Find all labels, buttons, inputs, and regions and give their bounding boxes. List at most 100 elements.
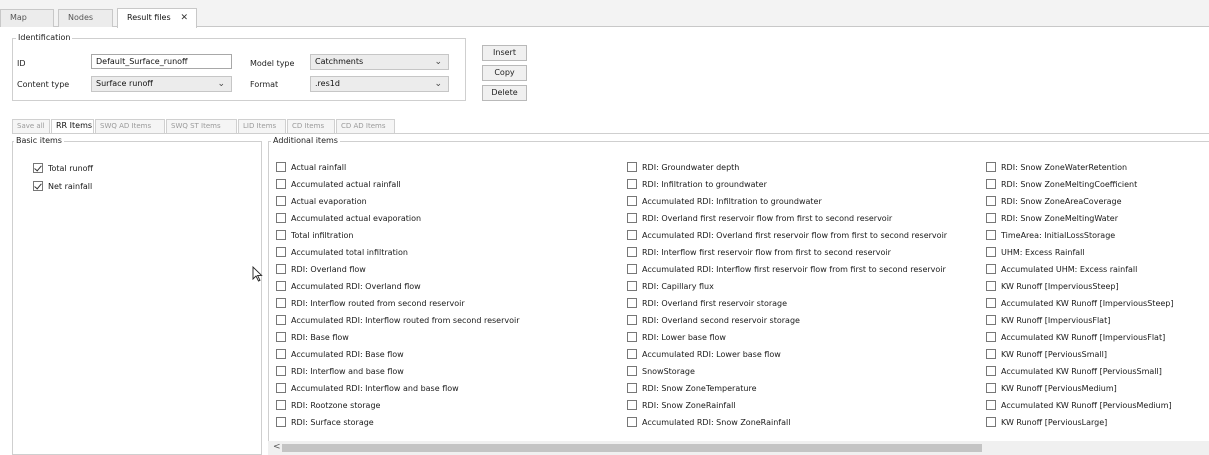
checkbox-icon[interactable] — [986, 417, 996, 427]
checkbox-icon[interactable] — [627, 281, 637, 291]
tab-map[interactable]: Map — [0, 9, 54, 27]
checkbox-icon[interactable] — [986, 349, 996, 359]
checkbox-icon[interactable] — [627, 162, 637, 172]
checkbox-icon[interactable] — [986, 298, 996, 308]
checkbox-icon[interactable] — [627, 179, 637, 189]
model-type-select[interactable]: Catchments ⌄ — [310, 54, 449, 70]
tab-rr-items[interactable]: RR Items — [51, 119, 94, 133]
checkbox-icon[interactable] — [276, 162, 286, 172]
copy-button[interactable]: Copy — [482, 65, 527, 81]
checkbox-icon[interactable] — [276, 264, 286, 274]
item-label: KW Runoff [ImperviousFlat] — [1001, 316, 1111, 325]
checkbox-icon[interactable] — [986, 383, 996, 393]
checkbox-icon[interactable] — [627, 383, 637, 393]
checkbox-icon[interactable] — [276, 230, 286, 240]
checkbox-icon[interactable] — [627, 417, 637, 427]
checkbox-icon[interactable] — [986, 230, 996, 240]
item-label: Accumulated KW Runoff [ImperviousSteep] — [1001, 299, 1174, 308]
tab-result-files[interactable]: Result files ✕ — [117, 8, 197, 28]
id-label: ID — [17, 59, 26, 68]
item-label: Accumulated RDI: Interflow and base flow — [291, 384, 459, 393]
item-label: RDI: Rootzone storage — [291, 401, 381, 410]
mouse-pointer-icon — [252, 266, 263, 282]
item-label: Accumulated RDI: Interflow routed from s… — [291, 316, 520, 325]
checkbox-icon[interactable] — [986, 366, 996, 376]
delete-button[interactable]: Delete — [482, 85, 527, 101]
checkbox-icon[interactable] — [276, 179, 286, 189]
checkbox-icon[interactable] — [986, 264, 996, 274]
scroll-left-icon[interactable]: < — [273, 442, 281, 452]
model-type-value: Catchments — [315, 57, 364, 66]
horizontal-scrollbar[interactable]: < — [268, 441, 1209, 455]
checkbox-icon[interactable] — [627, 315, 637, 325]
checkbox-icon[interactable] — [276, 281, 286, 291]
item-label: UHM: Excess Rainfall — [1001, 248, 1085, 257]
item-label: Accumulated KW Runoff [PerviousSmall] — [1001, 367, 1162, 376]
content-type-select[interactable]: Surface runoff ⌄ — [91, 76, 232, 92]
checkbox-icon[interactable] — [986, 315, 996, 325]
item-label: Accumulated RDI: Overland flow — [291, 282, 421, 291]
checkbox-icon[interactable] — [986, 196, 996, 206]
checkbox-icon[interactable] — [627, 349, 637, 359]
checkbox-icon[interactable] — [627, 247, 637, 257]
item-label: RDI: Interflow and base flow — [291, 367, 404, 376]
checkbox-icon[interactable] — [276, 366, 286, 376]
checkbox-icon[interactable] — [276, 213, 286, 223]
item-label: RDI: Infiltration to groundwater — [642, 180, 767, 189]
checkbox-checked-icon[interactable] — [33, 163, 43, 173]
item-label: RDI: Snow ZoneTemperature — [642, 384, 757, 393]
checkbox-icon[interactable] — [986, 332, 996, 342]
item-label: SnowStorage — [642, 367, 695, 376]
checkbox-icon[interactable] — [276, 247, 286, 257]
checkbox-checked-icon[interactable] — [33, 181, 43, 191]
item-label: RDI: Capillary flux — [642, 282, 714, 291]
checkbox-icon[interactable] — [276, 332, 286, 342]
checkbox-icon[interactable] — [276, 196, 286, 206]
tab-cd-ad-items[interactable]: CD AD Items — [336, 119, 395, 133]
checkbox-icon[interactable] — [986, 213, 996, 223]
tab-lid-items[interactable]: LID Items — [238, 119, 286, 133]
tab-divider — [12, 133, 1209, 134]
checkbox-icon[interactable] — [276, 349, 286, 359]
checkbox-icon[interactable] — [276, 417, 286, 427]
tab-cd-items[interactable]: CD Items — [287, 119, 335, 133]
checkbox-icon[interactable] — [986, 162, 996, 172]
checkbox-icon[interactable] — [627, 366, 637, 376]
checkbox-icon[interactable] — [627, 298, 637, 308]
item-label: RDI: Interflow first reservoir flow from… — [642, 248, 891, 257]
scrollbar-thumb[interactable] — [282, 444, 982, 452]
format-value: .res1d — [315, 79, 340, 88]
close-icon[interactable]: ✕ — [180, 9, 188, 27]
checkbox-icon[interactable] — [627, 230, 637, 240]
checkbox-icon[interactable] — [276, 315, 286, 325]
basic-items-panel: Total runoff Net rainfall — [12, 141, 262, 455]
item-label: KW Runoff [PerviousLarge] — [1001, 418, 1108, 427]
item-label: KW Runoff [ImperviousSteep] — [1001, 282, 1119, 291]
insert-button[interactable]: Insert — [482, 45, 527, 61]
checkbox-icon[interactable] — [986, 281, 996, 291]
tab-swq-ad-items[interactable]: SWQ AD Items — [95, 119, 165, 133]
tab-swq-st-items[interactable]: SWQ ST Items — [166, 119, 237, 133]
chevron-down-icon: ⌄ — [434, 79, 442, 89]
checkbox-icon[interactable] — [627, 332, 637, 342]
checkbox-icon[interactable] — [986, 247, 996, 257]
identification-title: Identification — [16, 33, 73, 42]
checkbox-icon[interactable] — [276, 298, 286, 308]
tab-nodes[interactable]: Nodes — [58, 9, 113, 27]
checkbox-icon[interactable] — [276, 400, 286, 410]
checkbox-icon[interactable] — [627, 400, 637, 410]
checkbox-icon[interactable] — [627, 213, 637, 223]
checkbox-icon[interactable] — [986, 179, 996, 189]
id-field[interactable]: Default_Surface_runoff — [91, 54, 232, 69]
tab-save-all[interactable]: Save all — [12, 119, 50, 133]
checkbox-icon[interactable] — [627, 196, 637, 206]
item-label: Accumulated RDI: Lower base flow — [642, 350, 781, 359]
checkbox-icon[interactable] — [276, 383, 286, 393]
checkbox-icon[interactable] — [986, 400, 996, 410]
checkbox-icon[interactable] — [627, 264, 637, 274]
item-label: Accumulated RDI: Snow ZoneRainfall — [642, 418, 791, 427]
additional-items-panel: Actual rainfall Accumulated actual rainfa… — [268, 141, 1209, 455]
format-select[interactable]: .res1d ⌄ — [310, 76, 449, 92]
item-label: Accumulated RDI: Infiltration to groundw… — [642, 197, 822, 206]
format-label: Format — [250, 80, 279, 89]
